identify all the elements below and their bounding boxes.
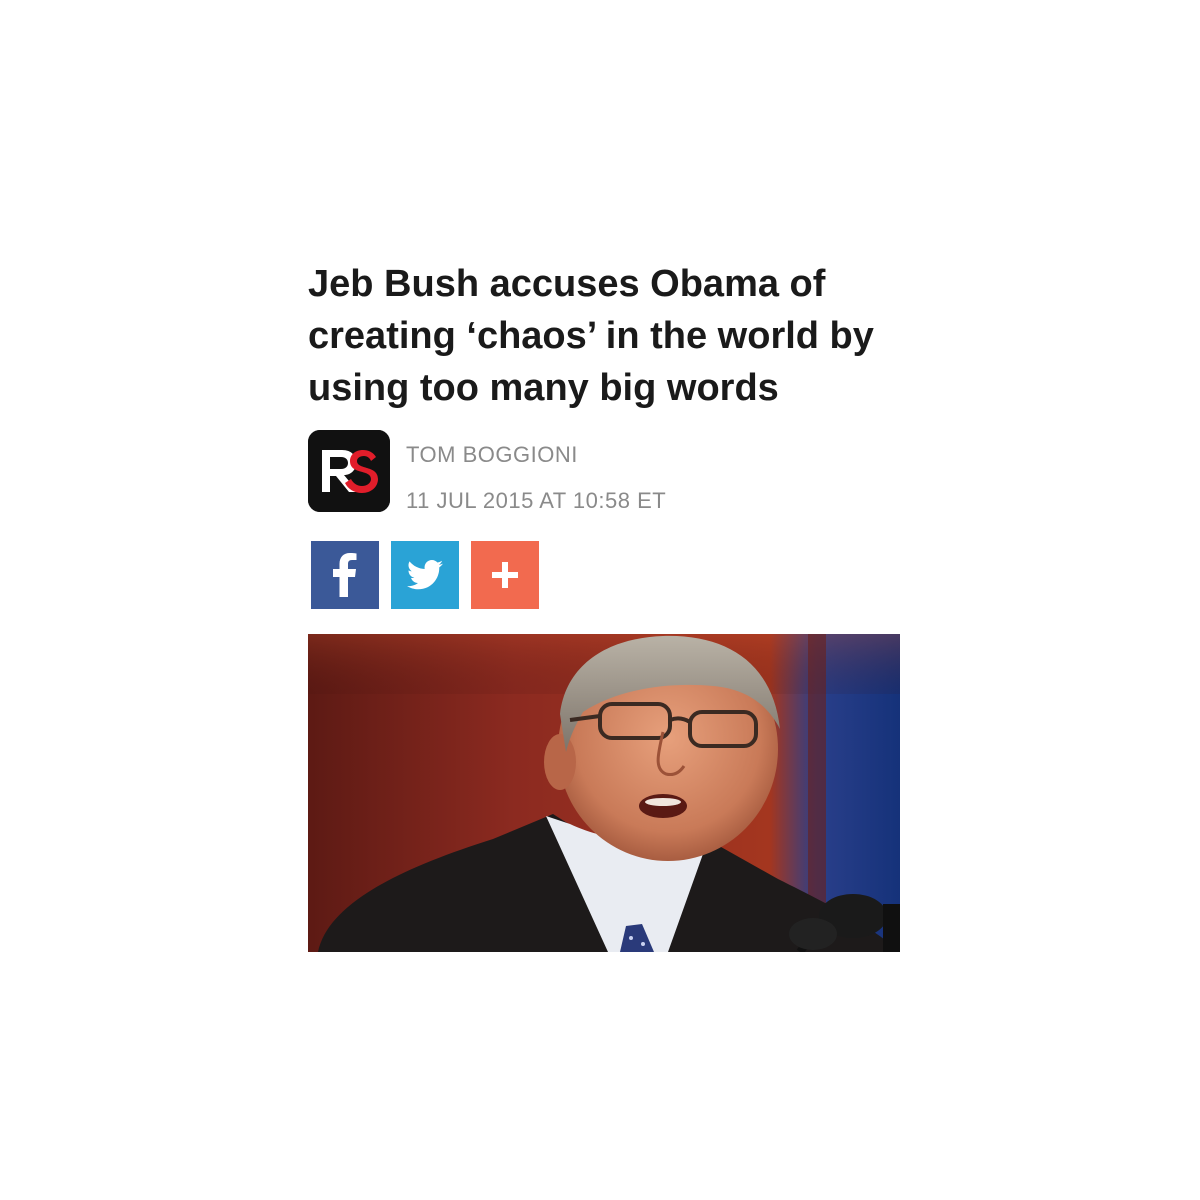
more-share-button[interactable]	[471, 541, 539, 609]
plus-icon	[492, 562, 518, 588]
publish-date: 11 JUL 2015 AT 10:58 ET	[406, 488, 667, 513]
twitter-icon	[407, 560, 443, 590]
speaker-photo	[308, 634, 900, 952]
hero-image[interactable]	[308, 634, 900, 952]
article-headline[interactable]: Jeb Bush accuses Obama of creating ‘chao…	[308, 258, 900, 414]
article: Jeb Bush accuses Obama of creating ‘chao…	[308, 258, 900, 952]
share-bar	[311, 541, 539, 609]
byline: TOM BOGGIONI 11 JUL 2015 AT 10:58 ET	[308, 430, 900, 514]
facebook-share-button[interactable]	[311, 541, 379, 609]
twitter-share-button[interactable]	[391, 541, 459, 609]
facebook-icon	[333, 553, 357, 597]
publisher-logo[interactable]	[308, 430, 390, 512]
rs-logo-icon	[308, 430, 390, 512]
author-name[interactable]: TOM BOGGIONI	[406, 442, 578, 468]
